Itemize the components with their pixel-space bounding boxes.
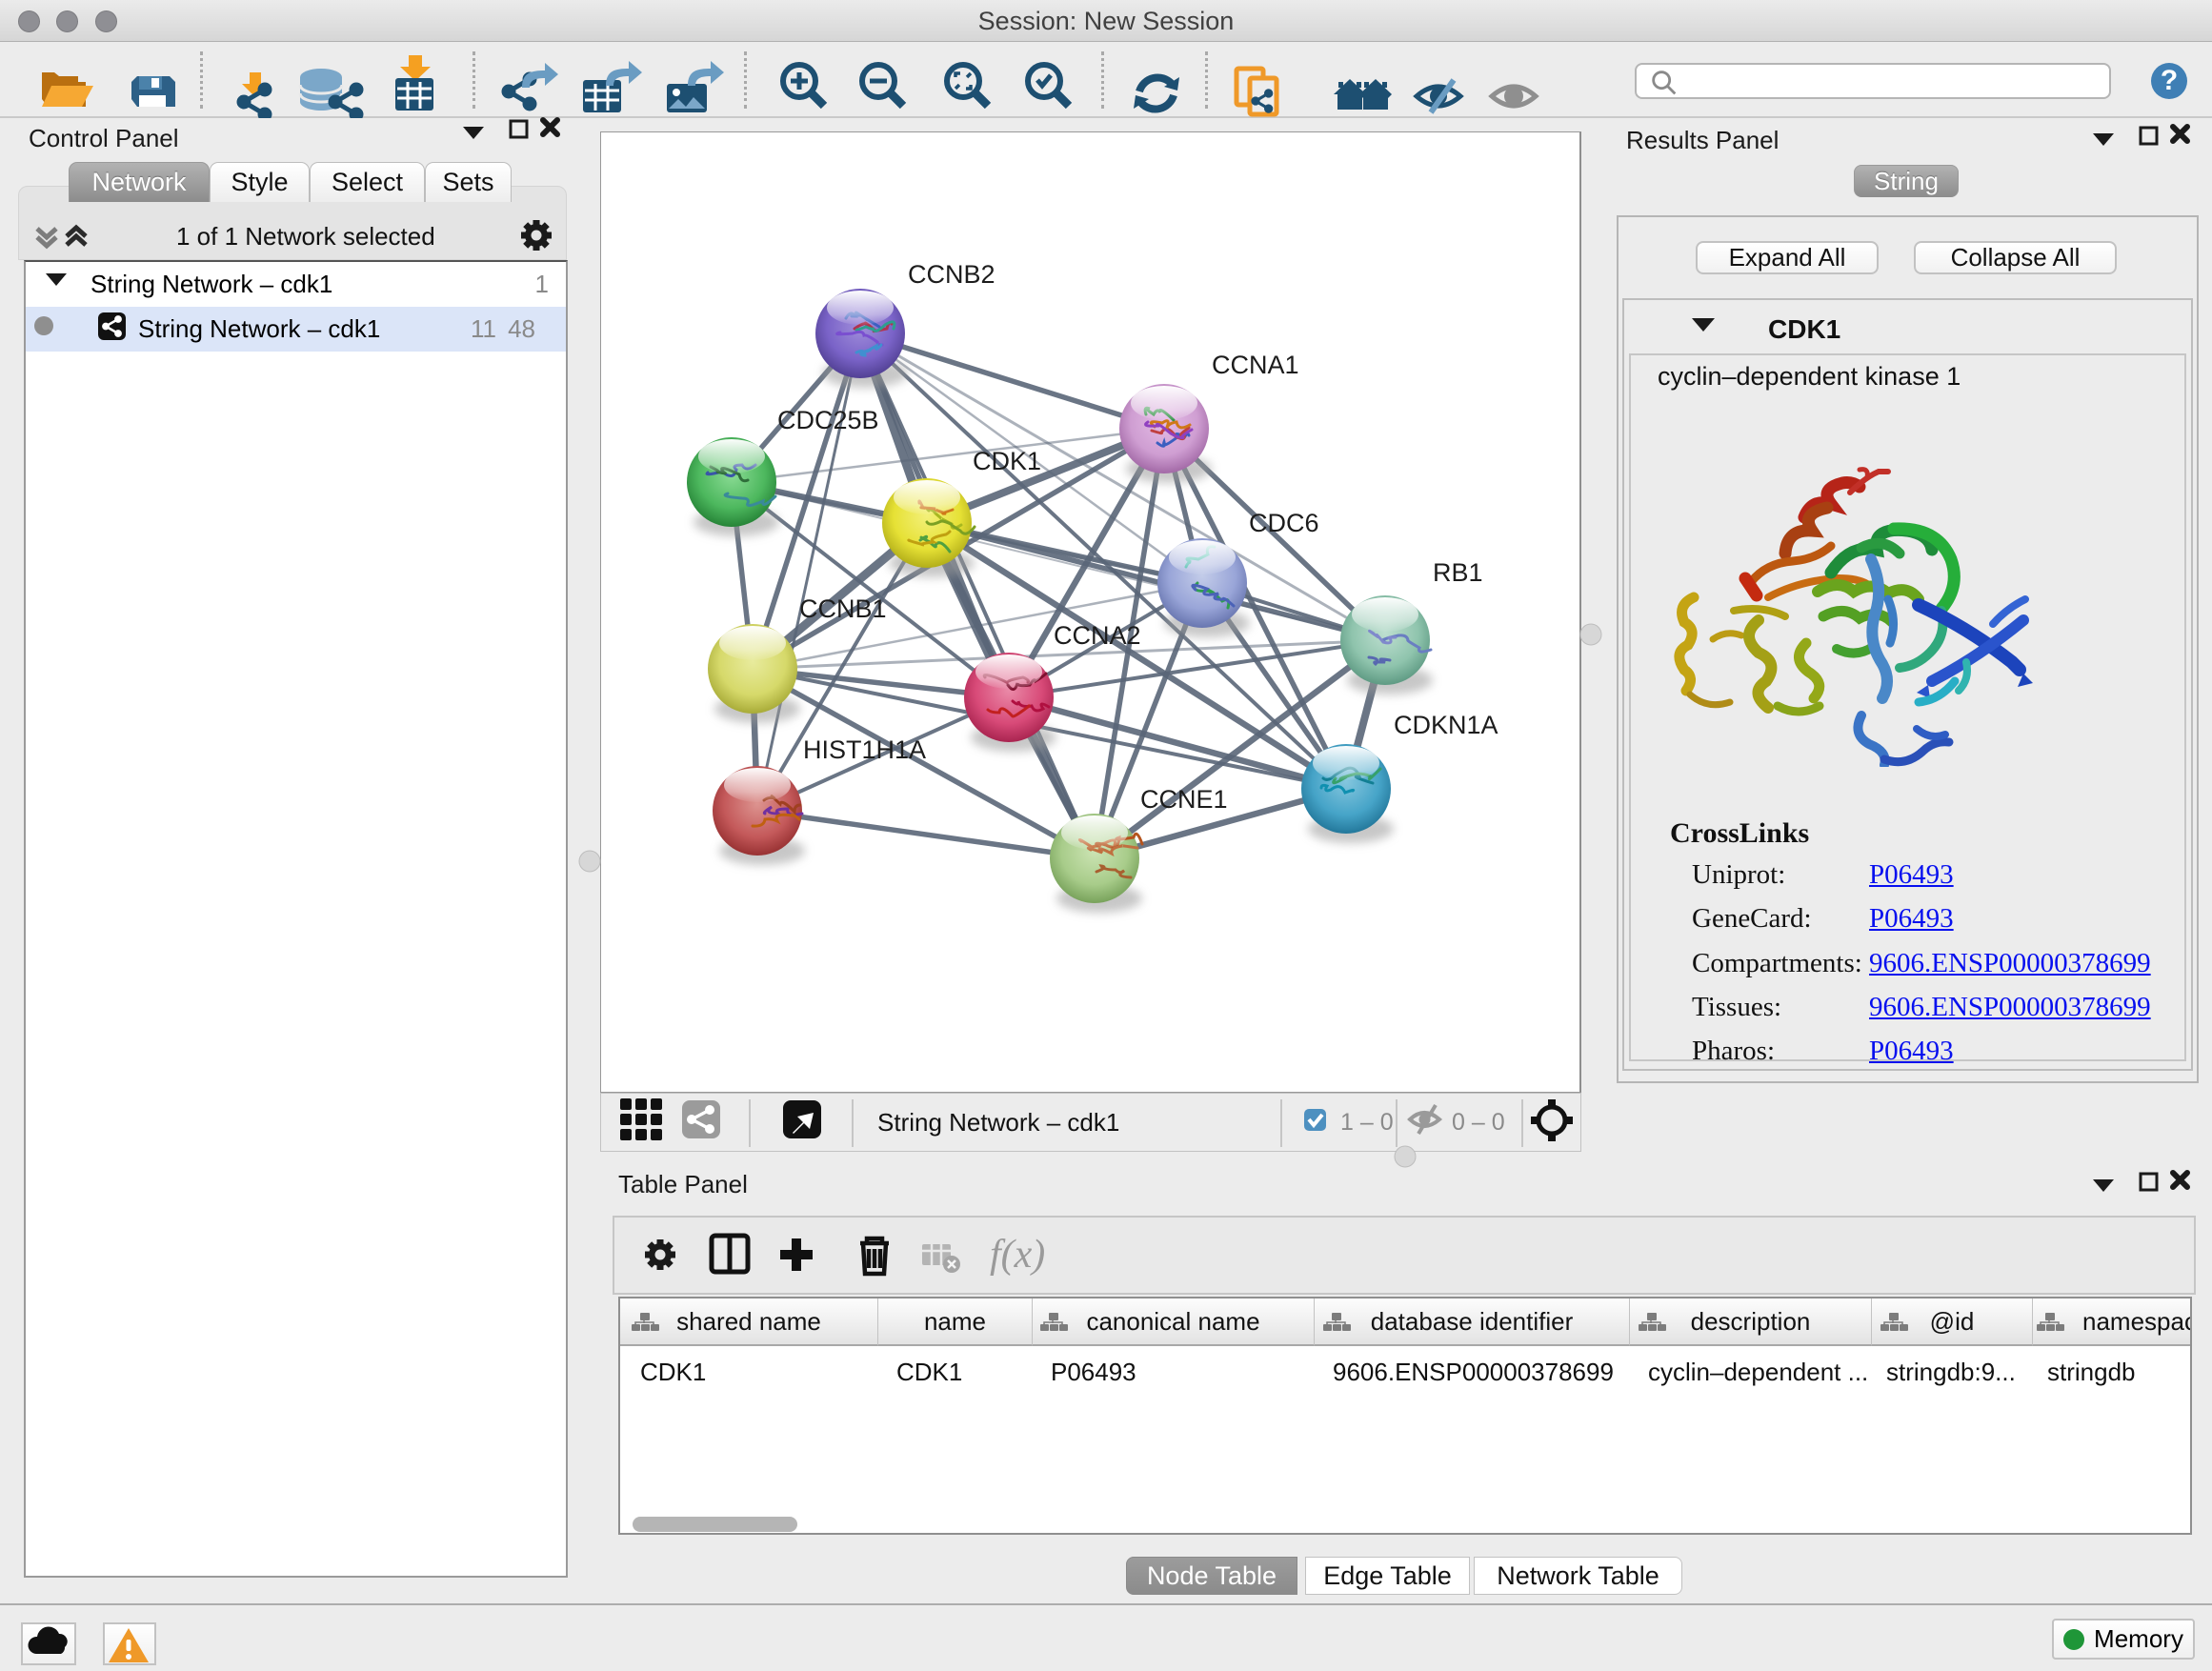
- svg-text:f(x): f(x): [990, 1233, 1045, 1277]
